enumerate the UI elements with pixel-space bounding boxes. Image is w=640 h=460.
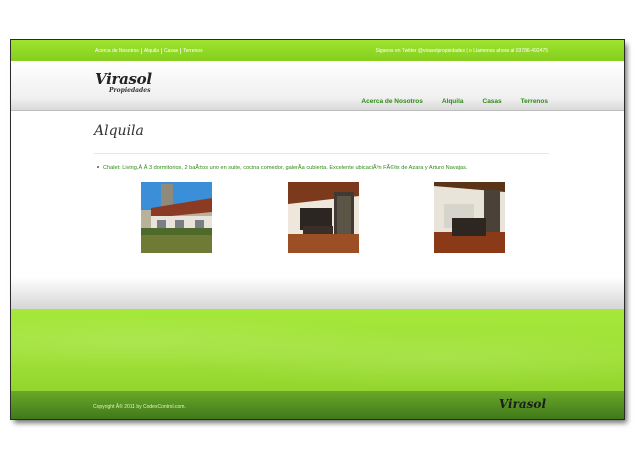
living-room-photo[interactable] (434, 182, 505, 253)
browser-page-frame: Acerca de Nosotros Alquila Casas Terreno… (11, 40, 624, 419)
listing-text: Chalet: Living,Â Â 3 dormitorios, 2 baÃ±… (103, 165, 468, 171)
house-exterior-photo[interactable] (141, 182, 212, 253)
nav-terrenos[interactable]: Terrenos (521, 98, 548, 105)
site-footer: Copyright Â© 2011 by CodexControl.com. V… (11, 391, 624, 419)
top-nav-terrenos[interactable]: Terrenos (181, 48, 204, 54)
copyright-text[interactable]: Copyright Â© 2011 by CodexControl.com. (93, 404, 186, 410)
bullet-dot (97, 166, 99, 169)
top-nav-alquila[interactable]: Alquila (142, 48, 162, 54)
site-header: Virasol Propiedades Acerca de Nosotros A… (11, 61, 624, 111)
dining-room-photo[interactable] (288, 182, 359, 253)
nav-alquila[interactable]: Alquila (442, 98, 464, 105)
top-nav-acerca[interactable]: Acerca de Nosotros (93, 48, 142, 54)
logo-main-text: Virasol (95, 70, 152, 88)
top-bar: Acerca de Nosotros Alquila Casas Terreno… (11, 40, 624, 61)
decorative-green-band (11, 309, 624, 391)
page-title: Alquila (94, 123, 144, 139)
footer-logo: Virasol (498, 397, 546, 411)
twitter-contact-text[interactable]: Siganos en Twitter @virasolpropiedades |… (375, 48, 548, 54)
logo-sub-text: Propiedades (109, 87, 151, 94)
main-nav: Acerca de Nosotros Alquila Casas Terreno… (361, 98, 548, 105)
nav-acerca[interactable]: Acerca de Nosotros (361, 98, 422, 105)
content-bottom-fade (11, 277, 624, 310)
nav-casas[interactable]: Casas (483, 98, 502, 105)
top-nav-casas[interactable]: Casas (162, 48, 182, 54)
title-divider (94, 153, 549, 154)
listing-item: Chalet: Living,Â Â 3 dormitorios, 2 baÃ±… (94, 165, 467, 171)
top-nav: Acerca de Nosotros Alquila Casas Terreno… (93, 48, 205, 54)
site-logo[interactable]: Virasol Propiedades (95, 70, 152, 100)
